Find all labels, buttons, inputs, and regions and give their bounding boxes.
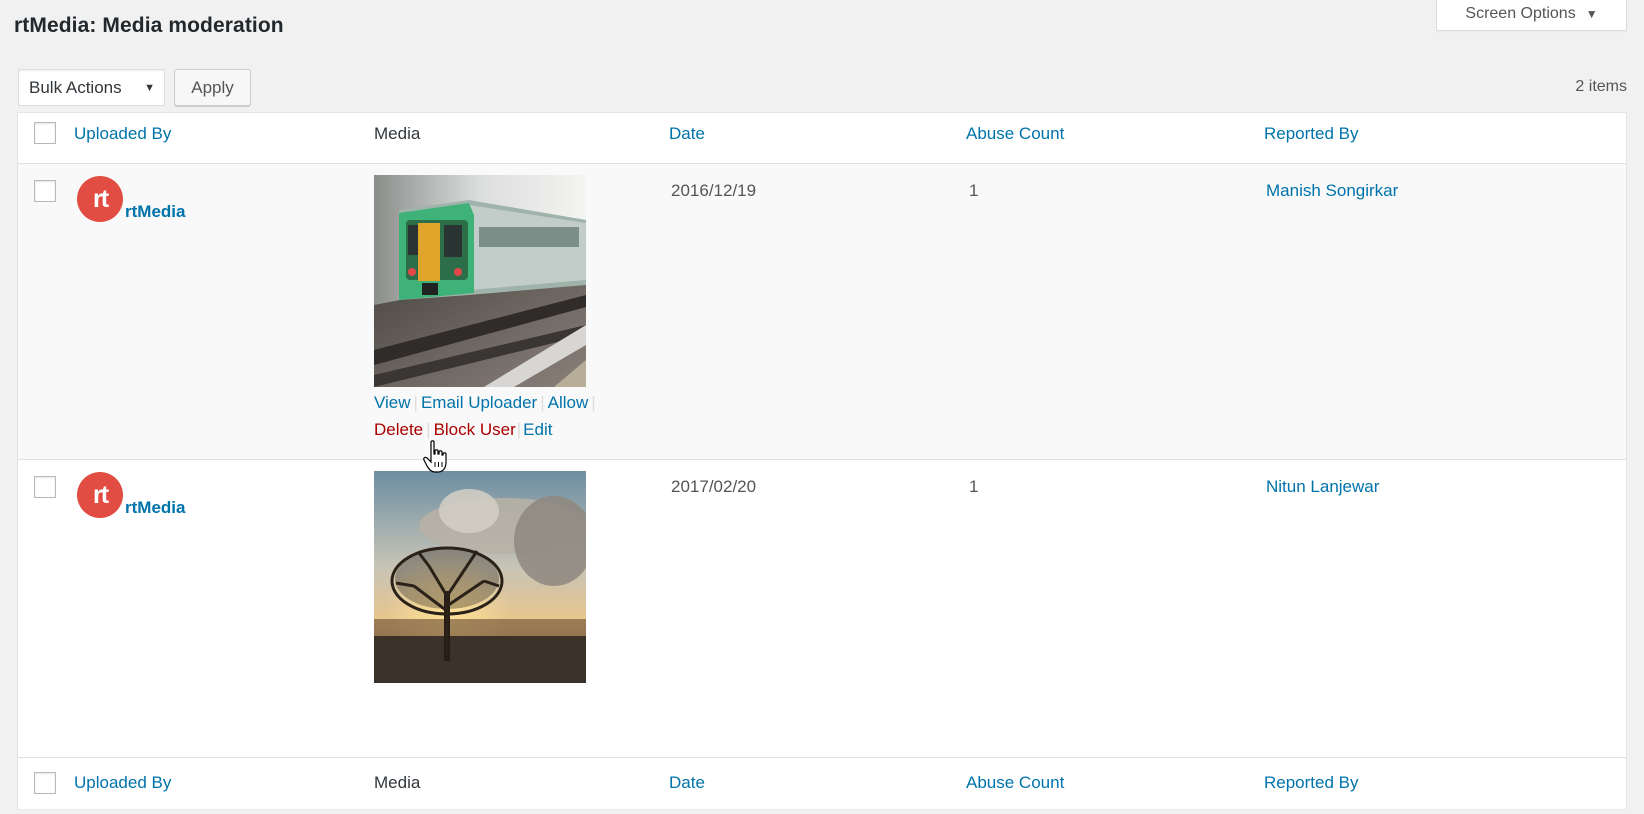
bulk-actions-select[interactable]: Bulk Actions ▼ <box>18 69 165 106</box>
apply-button[interactable]: Apply <box>174 69 251 106</box>
date-cell: 2017/02/20 <box>671 477 757 496</box>
edit-link[interactable]: Edit <box>523 420 552 439</box>
table-row: rt rtMedia <box>18 460 1626 757</box>
column-header-uploaded-by[interactable]: Uploaded By <box>74 124 171 144</box>
tree-sunset-photo <box>374 471 586 683</box>
reported-by-link[interactable]: Manish Songirkar <box>1266 181 1398 201</box>
abuse-count-cell: 1 <box>969 477 979 496</box>
media-thumbnail-tree[interactable] <box>374 471 586 683</box>
column-header-abuse-count[interactable]: Abuse Count <box>966 124 1064 144</box>
media-thumbnail-train[interactable] <box>374 175 586 387</box>
table-header: Uploaded By Media Date Abuse Count Repor… <box>18 113 1626 164</box>
screen-options-button[interactable]: Screen Options ▼ <box>1436 0 1627 31</box>
email-uploader-link[interactable]: Email Uploader <box>421 393 537 412</box>
row-actions: View | Email Uploader | Allow | Delete | Block … <box>374 393 596 439</box>
column-footer-media: Media <box>374 773 421 792</box>
uploader-link[interactable]: rtMedia <box>125 202 185 222</box>
reported-by-link[interactable]: Nitun Lanjewar <box>1266 477 1379 497</box>
train-photo <box>374 175 586 387</box>
abuse-count-cell: 1 <box>969 181 979 200</box>
row-checkbox[interactable] <box>34 476 56 498</box>
column-header-media: Media <box>374 124 421 143</box>
column-footer-uploaded-by[interactable]: Uploaded By <box>74 773 171 793</box>
page-title: rtMedia: Media moderation <box>14 14 284 37</box>
view-link[interactable]: View <box>374 393 411 412</box>
avatar: rt <box>77 176 123 222</box>
delete-link[interactable]: Delete <box>374 420 423 439</box>
select-all-checkbox-footer[interactable] <box>34 772 56 794</box>
bulk-actions-value: Bulk Actions <box>29 77 122 97</box>
column-footer-reported-by[interactable]: Reported By <box>1264 773 1359 793</box>
select-all-checkbox[interactable] <box>34 122 56 144</box>
caret-down-icon: ▼ <box>144 81 155 94</box>
media-moderation-table: Uploaded By Media Date Abuse Count Repor… <box>17 112 1627 809</box>
date-cell: 2016/12/19 <box>671 181 757 200</box>
column-header-date[interactable]: Date <box>669 124 705 144</box>
screen-options-label: Screen Options <box>1465 5 1576 22</box>
column-footer-date[interactable]: Date <box>669 773 705 793</box>
row-checkbox[interactable] <box>34 180 56 202</box>
column-header-reported-by[interactable]: Reported By <box>1264 124 1359 144</box>
avatar: rt <box>77 472 123 518</box>
block-user-link[interactable]: Block User <box>434 420 516 439</box>
uploader-link[interactable]: rtMedia <box>125 498 185 518</box>
caret-down-icon: ▼ <box>1585 7 1598 21</box>
items-count: 2 items <box>1575 78 1627 95</box>
column-footer-abuse-count[interactable]: Abuse Count <box>966 773 1064 793</box>
table-footer: Uploaded By Media Date Abuse Count Repor… <box>18 757 1626 809</box>
table-row: rt rtMedia <box>18 164 1626 460</box>
allow-link[interactable]: Allow <box>548 393 589 412</box>
